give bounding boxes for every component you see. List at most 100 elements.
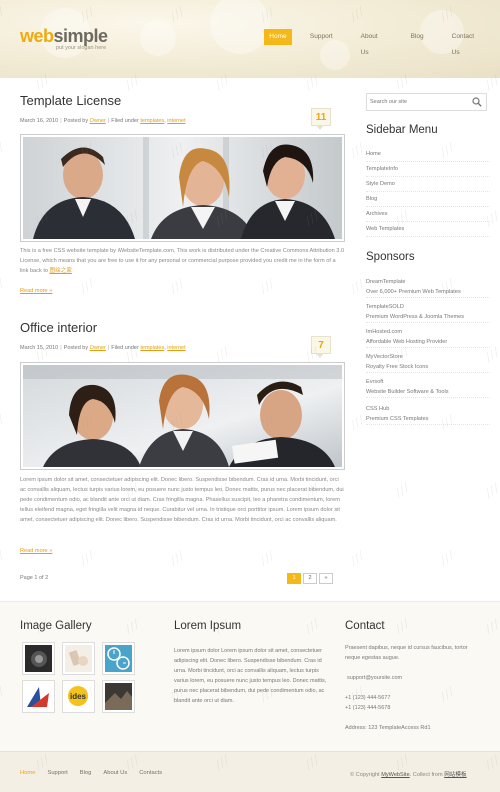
site-footer: Home Support Blog About Us Contacts © Co… (0, 751, 500, 792)
page-indicator: Page 1 of 2 (20, 575, 49, 581)
gallery-thumbnail[interactable] (102, 680, 135, 713)
nav-support[interactable]: Support (304, 29, 339, 45)
watermark-mark: ╱╱╱ (348, 142, 366, 159)
sponsor-item[interactable]: TemplateSOLD Premium WordPress & Joomla T… (366, 302, 490, 323)
sidebar-item-home[interactable]: Home (366, 147, 490, 162)
author-link[interactable]: Owner (90, 118, 106, 124)
contact-address: Address: 123 TemplateAccess Rd1 (345, 725, 431, 731)
gallery-thumbnail[interactable] (62, 642, 95, 675)
search-box (366, 93, 487, 111)
comment-count-badge[interactable]: 7 (311, 336, 331, 358)
category-link[interactable]: internet (167, 118, 185, 124)
post-title[interactable]: Template License (20, 93, 121, 108)
nav-about-us[interactable]: About Us (355, 29, 389, 56)
sidebar-menu: Home TemplateInfo Style Demo Blog Archiv… (366, 147, 490, 237)
copyright: © Copyright MyWebSite. Collect from 网站模板 (350, 772, 467, 778)
watermark-mark: ╱╱╱ (0, 550, 6, 567)
main-nav: Home Support About Us Blog Contact Us (264, 29, 500, 56)
post-meta: March 16, 2010 | Posted by Owner | Filed und… (20, 118, 186, 124)
sponsor-item[interactable]: MyVectorStore Royalty Free Stock Icons (366, 352, 490, 373)
contact-email-link[interactable]: support@yoursite.com (347, 673, 482, 683)
post-date: March 16, 2010 (20, 118, 59, 124)
author-link[interactable]: Owner (90, 345, 106, 351)
sidebar-item-templateinfo[interactable]: TemplateInfo (366, 162, 490, 177)
gallery-thumbnail[interactable] (22, 680, 55, 713)
posted-by-label: Posted by (63, 345, 89, 351)
sponsor-item[interactable]: Evrsoft Website Builder Software & Tools (366, 377, 490, 398)
sidebar-item-web-templates[interactable]: Web Templates (366, 222, 490, 237)
category-link[interactable]: templates (140, 118, 164, 124)
gallery-thumbnail[interactable] (22, 642, 55, 675)
watermark-mark: ╱╱╱ (168, 278, 186, 295)
posted-by-label: Posted by (63, 118, 89, 124)
page-1-button[interactable]: 1 (287, 573, 301, 584)
site-slogan: put your slogan here (56, 45, 107, 51)
watermark-mark: ╱╱╱ (438, 550, 456, 567)
pagination: 1 2 » (287, 573, 335, 584)
contact-phone: +1 (123) 444-5677 (345, 695, 391, 701)
watermark-mark: ╱╱╱ (0, 142, 6, 159)
watermark-mark: ╱╱╱ (0, 278, 6, 295)
sidebar-item-style-demo[interactable]: Style Demo (366, 177, 490, 192)
lorem-ipsum-title: Lorem Ipsum (174, 620, 242, 632)
contact-phone: +1 (123) 444-5678 (345, 705, 391, 711)
filed-under-label: Filed under (111, 118, 139, 124)
copyright-link[interactable]: MyWebSite (381, 772, 410, 778)
sponsor-item[interactable]: ImHosted.com Affordable Web Hosting Provi… (366, 327, 490, 348)
nav-contact-us[interactable]: Contact Us (446, 29, 484, 56)
sponsors-title: Sponsors (366, 251, 415, 263)
credit-link[interactable]: 图绘之家 (50, 268, 72, 274)
footer-nav-support[interactable]: Support (47, 770, 67, 776)
post-excerpt: This is a free CSS website template by i… (20, 248, 345, 274)
category-link[interactable]: internet (167, 345, 185, 351)
nav-home[interactable]: Home (264, 29, 292, 45)
contact-title: Contact (345, 620, 385, 632)
watermark-mark: ╱╱╱ (348, 414, 366, 431)
footer-nav-about-us[interactable]: About Us (103, 770, 127, 776)
collect-from-link[interactable]: 网站模板 (444, 772, 466, 778)
post-excerpt: Lorem ipsum dolor sit amet, consectetuer… (20, 477, 344, 523)
watermark-mark: ╱╱╱ (78, 278, 96, 295)
footer-nav-home[interactable]: Home (20, 770, 35, 776)
read-more-link[interactable]: Read more » (20, 548, 52, 554)
watermark-mark: ╱╱╱ (78, 550, 96, 567)
search-icon[interactable] (472, 97, 482, 109)
sidebar-menu-title: Sidebar Menu (366, 124, 438, 136)
footer-nav-blog[interactable]: Blog (80, 770, 92, 776)
post-image (20, 134, 345, 242)
next-page-button[interactable]: » (319, 573, 333, 584)
gallery-thumbnail[interactable]: ides (62, 680, 95, 713)
watermark-mark: ╱╱╱ (348, 550, 366, 567)
category-link[interactable]: templates (140, 345, 164, 351)
site-logo[interactable]: websimple (20, 26, 108, 47)
search-input[interactable] (367, 94, 467, 110)
watermark-mark: ╱╱╱ (393, 482, 411, 499)
sponsor-item[interactable]: CSS Hub Premium CSS Templates (366, 404, 490, 425)
nav-blog[interactable]: Blog (405, 29, 430, 45)
watermark-mark: ╱╱╱ (258, 278, 276, 295)
watermark-mark: ╱╱╱ (483, 482, 500, 499)
post-meta: March 15, 2010 | Posted by Owner | Filed und… (20, 345, 186, 351)
sponsor-item[interactable]: DreamTemplate Over 6,000+ Premium Web Tem… (366, 277, 490, 298)
footer-nav-contacts[interactable]: Contacts (139, 770, 162, 776)
watermark-mark: ╱╱╱ (213, 346, 231, 363)
site-header: websimple put your slogan here Home Supp… (0, 0, 500, 78)
filed-under-label: Filed under (111, 345, 139, 351)
post-title[interactable]: Office interior (20, 320, 97, 335)
page-2-button[interactable]: 2 (303, 573, 317, 584)
post-image (20, 362, 345, 470)
comment-count-badge[interactable]: 11 (311, 108, 331, 130)
watermark-mark: ╱╱╱ (348, 278, 366, 295)
sidebar-item-blog[interactable]: Blog (366, 192, 490, 207)
read-more-link[interactable]: Read more » (20, 288, 52, 294)
gallery-thumbnail[interactable] (102, 642, 135, 675)
post-date: March 15, 2010 (20, 345, 59, 351)
contact-description: Praesent dapibus, neque id cursus faucib… (345, 645, 468, 661)
footer-nav: Home Support Blog About Us Contacts (20, 770, 174, 776)
watermark-mark: ╱╱╱ (0, 414, 6, 431)
lorem-ipsum-text: Lorem ipsum dolor Lorem ipsum dolor sit … (174, 648, 327, 704)
svg-text:ides: ides (70, 692, 87, 701)
watermark-mark: ╱╱╱ (258, 550, 276, 567)
watermark-mark: ╱╱╱ (168, 550, 186, 567)
sidebar-item-archives[interactable]: Archives (366, 207, 490, 222)
